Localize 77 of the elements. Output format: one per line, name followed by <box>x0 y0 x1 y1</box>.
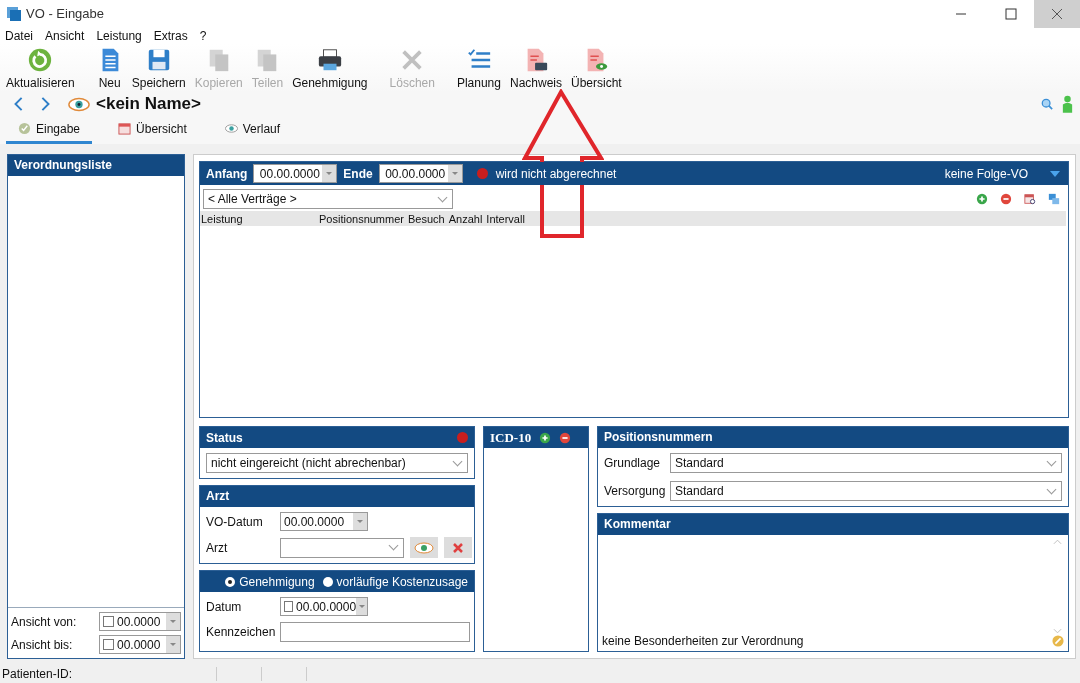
field-label: VO-Datum <box>206 514 264 529</box>
tab[interactable]: Verlauf <box>212 116 293 144</box>
date-field[interactable]: 00.00.0000 <box>378 164 463 183</box>
eye-icon <box>224 122 238 135</box>
panel-header: Kommentar <box>598 514 1068 535</box>
field-label: Ansicht von: <box>11 614 77 629</box>
field-label: Grundlage <box>604 456 662 470</box>
follow-up-text: keine Folge-VO <box>944 166 1028 181</box>
add-icon[interactable] <box>539 431 552 444</box>
doctor-dropdown[interactable] <box>280 537 404 558</box>
menu-item[interactable]: Datei <box>5 29 33 43</box>
date-field[interactable]: 00.0000 <box>99 612 181 631</box>
column-header: Anzahl <box>448 212 483 225</box>
search-icon[interactable] <box>1041 98 1053 110</box>
menu-item[interactable]: Ansicht <box>45 29 85 43</box>
field-label: Arzt <box>206 540 229 555</box>
toolbar-button[interactable]: Genehmigung <box>288 47 372 92</box>
app-icon <box>6 6 22 22</box>
field-label: Versorgung <box>604 484 667 498</box>
status-dot <box>476 168 488 179</box>
panel-title: ICD-10 <box>490 429 532 446</box>
panel-header: Verordnungsliste <box>8 155 184 176</box>
column-header: Leistung <box>200 212 244 225</box>
tab[interactable]: Übersicht <box>106 116 199 144</box>
dropdown-icon[interactable] <box>1050 169 1060 178</box>
status-text: Patienten-ID: <box>2 667 74 681</box>
input-field[interactable] <box>280 622 470 642</box>
eye-icon <box>414 541 434 554</box>
toolbar-button[interactable]: Aktualisieren <box>2 47 79 92</box>
date-field[interactable]: 00.00.0000 <box>280 597 368 616</box>
clear-button[interactable] <box>444 537 472 558</box>
remove-icon[interactable] <box>559 431 572 444</box>
radio-option[interactable]: Genehmigung <box>225 574 315 589</box>
status-dot <box>457 432 468 443</box>
remove-icon[interactable] <box>1000 193 1012 205</box>
panel-header: Arzt <box>200 486 474 507</box>
field-label: Anfang <box>206 166 248 181</box>
column-header: Intervall <box>486 212 525 225</box>
windows-icon[interactable] <box>1048 193 1060 205</box>
field-label: Datum <box>206 599 243 614</box>
comment-text: keine Besonderheiten zur Verordnung <box>602 634 804 648</box>
column-header: Besuch <box>408 212 445 225</box>
view-button[interactable] <box>410 537 438 558</box>
date-field[interactable]: 00.00.0000 <box>280 512 368 531</box>
printer-icon <box>316 47 343 73</box>
toolbar-button[interactable]: Neu <box>92 47 127 92</box>
menu-item[interactable]: Extras <box>153 29 188 43</box>
check-icon <box>18 122 31 135</box>
toolbar-button[interactable]: Übersicht <box>567 47 626 92</box>
toolbar-button[interactable]: Nachweis <box>505 47 566 92</box>
date-field[interactable]: 00.00.0000 <box>253 164 338 183</box>
eye-icon <box>68 96 90 112</box>
panel-header: Positionsnummern <box>598 427 1068 448</box>
panel-title: Status <box>206 430 243 445</box>
window-title: VO - Eingabe <box>26 6 105 21</box>
toolbar-button[interactable]: Planung <box>452 47 505 92</box>
dropdown[interactable]: Standard <box>670 481 1062 501</box>
billing-status-text: wird nicht abgerechnet <box>495 166 617 181</box>
field-label: Ende <box>343 166 373 181</box>
menu-item[interactable]: Leistung <box>96 29 142 43</box>
person-icon[interactable] <box>1061 94 1074 114</box>
date-field[interactable]: 00.0000 <box>99 635 181 654</box>
column-header: Positionsnummer <box>319 212 404 225</box>
toolbar-button[interactable]: Speichern <box>127 47 190 92</box>
field-label: Kennzeichen <box>206 625 277 639</box>
close-icon <box>452 541 464 554</box>
dropdown[interactable]: Standard <box>670 453 1062 473</box>
pencil-icon[interactable] <box>1052 635 1064 647</box>
calendar-search-icon[interactable] <box>1024 193 1036 205</box>
status-dropdown[interactable]: nicht eingereicht (nicht abrechenbar) <box>206 453 468 473</box>
calendar-icon <box>118 122 132 135</box>
field-label: Ansicht bis: <box>11 637 73 652</box>
record-name: <kein Name> <box>96 94 201 114</box>
refresh-icon <box>27 47 54 73</box>
menu-item[interactable]: ? <box>199 29 207 43</box>
contract-dropdown[interactable]: < Alle Verträge > <box>203 189 453 209</box>
radio-option[interactable]: vorläufige Kostenzusage <box>322 574 468 589</box>
